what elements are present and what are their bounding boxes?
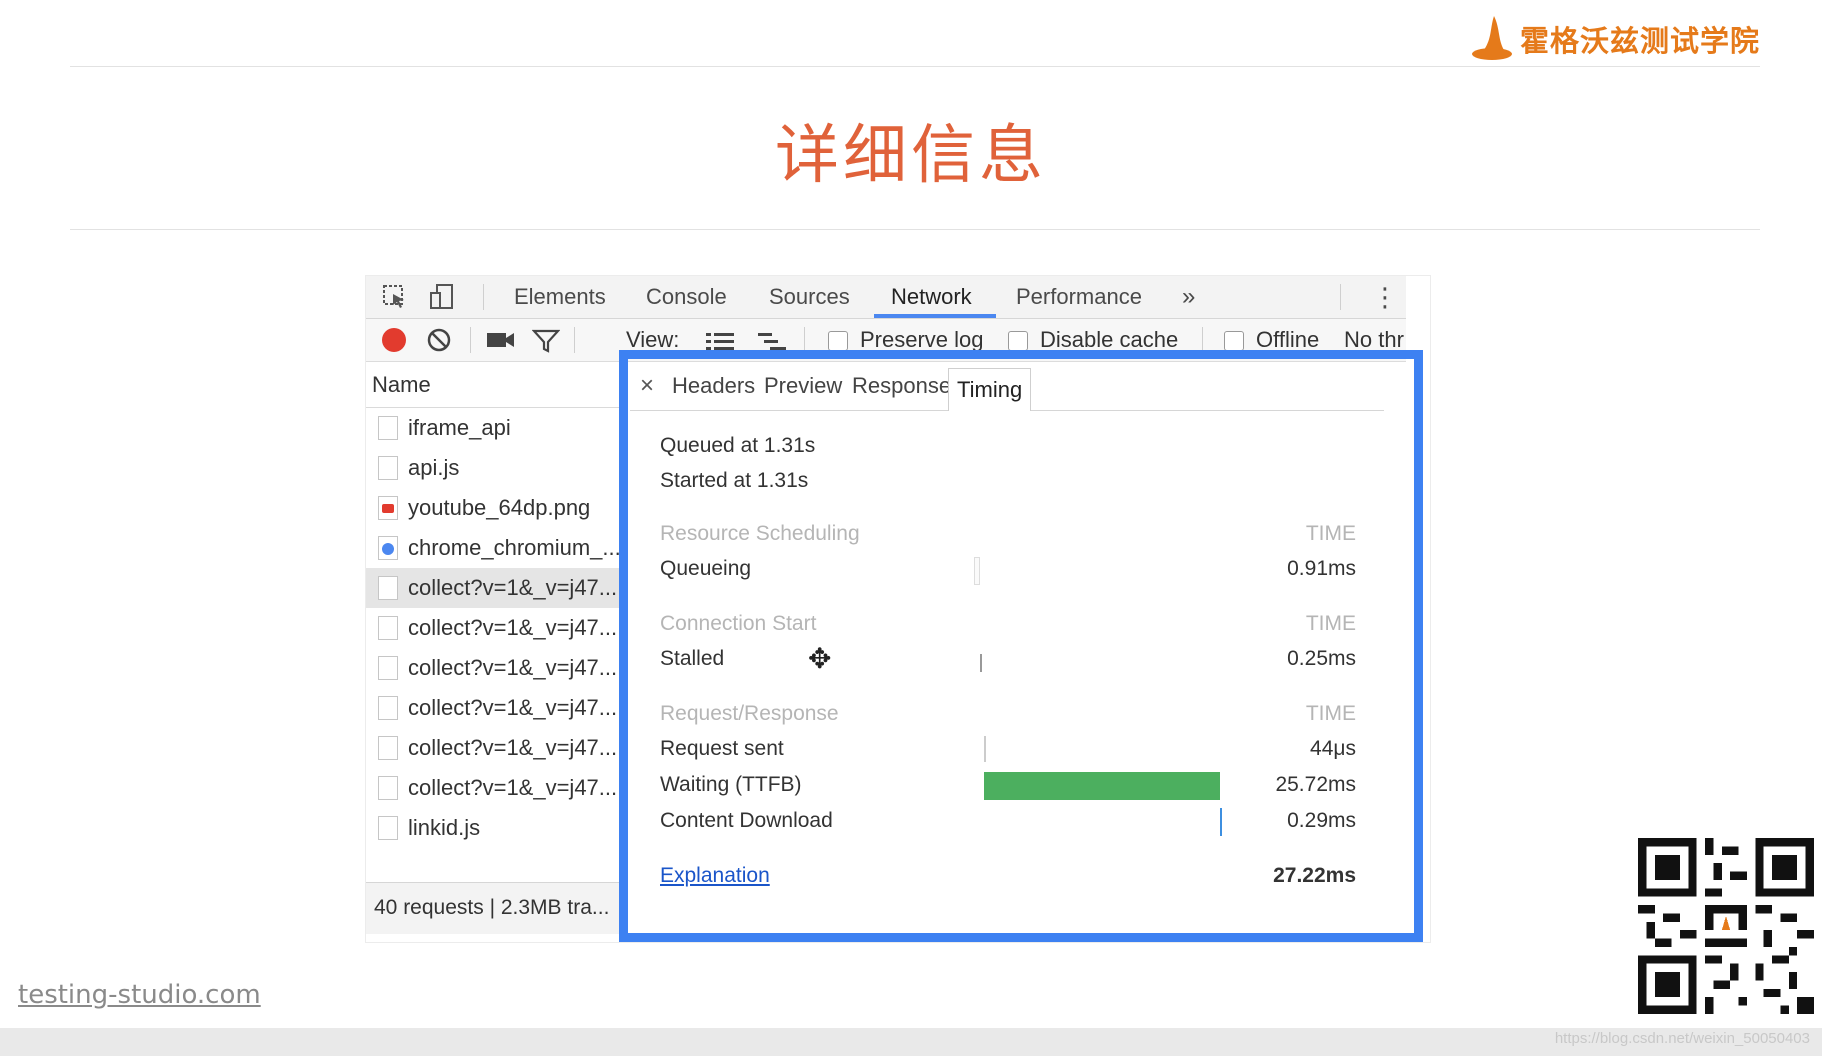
request-list-pane: Name iframe_api api.js youtube_64dp.pngchr…	[366, 362, 621, 934]
tab-network[interactable]: Network	[891, 276, 972, 318]
file-icon	[378, 776, 398, 800]
file-icon	[378, 576, 398, 600]
inspect-element-icon[interactable]	[382, 284, 408, 315]
request-name: collect?v=1&_v=j47...	[408, 615, 618, 640]
record-icon[interactable]	[382, 328, 406, 352]
title-divider	[70, 229, 1760, 230]
request-row[interactable]: collect?v=1&_v=j47...	[366, 728, 620, 768]
file-icon	[378, 696, 398, 720]
request-row[interactable]: api.js	[366, 448, 620, 488]
disable-cache-checkbox[interactable]	[1008, 331, 1028, 351]
request-row[interactable]: iframe_api	[366, 408, 620, 448]
tabbar-separator	[1340, 284, 1341, 310]
more-tabs-icon[interactable]: »	[1182, 276, 1195, 318]
youtube-icon	[378, 496, 398, 520]
preserve-log-checkbox[interactable]	[828, 331, 848, 351]
request-name: collect?v=1&_v=j47...	[408, 695, 618, 720]
request-name: linkid.js	[408, 815, 481, 840]
request-name: youtube_64dp.png	[408, 495, 591, 520]
request-row[interactable]: collect?v=1&_v=j47...	[366, 648, 620, 688]
request-name: collect?v=1&_v=j47...	[408, 575, 618, 600]
name-column-header[interactable]: Name	[366, 362, 620, 408]
file-icon	[378, 616, 398, 640]
toolbar-separator	[470, 327, 471, 353]
filter-icon[interactable]	[531, 328, 561, 359]
tab-performance[interactable]: Performance	[1016, 276, 1142, 318]
move-cursor-icon: ✥	[808, 643, 832, 674]
request-row[interactable]: collect?v=1&_v=j47...	[366, 608, 620, 648]
clear-icon[interactable]	[426, 327, 452, 358]
brand-logo: 霍格沃兹测试学院	[1470, 14, 1760, 64]
network-status-bar: 40 requests | 2.3MB tra...	[366, 882, 620, 934]
screenshot-camera-icon[interactable]	[486, 329, 516, 356]
tab-console[interactable]: Console	[646, 276, 727, 318]
top-divider	[70, 66, 1760, 67]
device-toolbar-icon[interactable]	[428, 283, 456, 316]
wizard-hat-icon	[1471, 16, 1512, 60]
file-icon	[378, 656, 398, 680]
file-icon	[378, 816, 398, 840]
brand-name: 霍格沃兹测试学院	[1519, 24, 1760, 58]
chrome-icon	[378, 536, 398, 560]
file-icon	[378, 736, 398, 760]
offline-checkbox[interactable]	[1224, 331, 1244, 351]
request-name: collect?v=1&_v=j47...	[408, 775, 618, 800]
request-name: api.js	[408, 455, 460, 480]
request-name: iframe_api	[408, 415, 511, 440]
kebab-menu-icon[interactable]: ⋮	[1372, 276, 1398, 318]
request-row[interactable]: chrome_chromium_...	[366, 528, 620, 568]
request-row[interactable]: linkid.js	[366, 808, 620, 848]
devtools-tabbar: Elements Console Sources Network Perform…	[366, 276, 1406, 319]
footer-website-link[interactable]: testing-studio.com	[18, 980, 261, 1010]
request-row[interactable]: youtube_64dp.png	[366, 488, 620, 528]
request-row[interactable]: collect?v=1&_v=j47...	[366, 568, 620, 608]
highlight-frame	[619, 350, 1423, 942]
request-name: collect?v=1&_v=j47...	[408, 655, 618, 680]
request-row[interactable]: collect?v=1&_v=j47...	[366, 688, 620, 728]
tabbar-separator	[483, 284, 484, 310]
watermark-text: https://blog.csdn.net/weixin_50050403	[1554, 1030, 1810, 1047]
request-name: collect?v=1&_v=j47...	[408, 735, 618, 760]
toolbar-separator	[574, 327, 575, 353]
qr-code-icon	[1638, 838, 1814, 1014]
page-title: 详细信息	[775, 119, 1047, 193]
tab-sources[interactable]: Sources	[769, 276, 850, 318]
request-name: chrome_chromium_...	[408, 535, 620, 560]
bottom-strip	[0, 1028, 1822, 1056]
request-row[interactable]: collect?v=1&_v=j47...	[366, 768, 620, 808]
tab-elements[interactable]: Elements	[514, 276, 606, 318]
file-icon	[378, 456, 398, 480]
active-tab-indicator	[874, 314, 996, 318]
file-icon	[378, 416, 398, 440]
